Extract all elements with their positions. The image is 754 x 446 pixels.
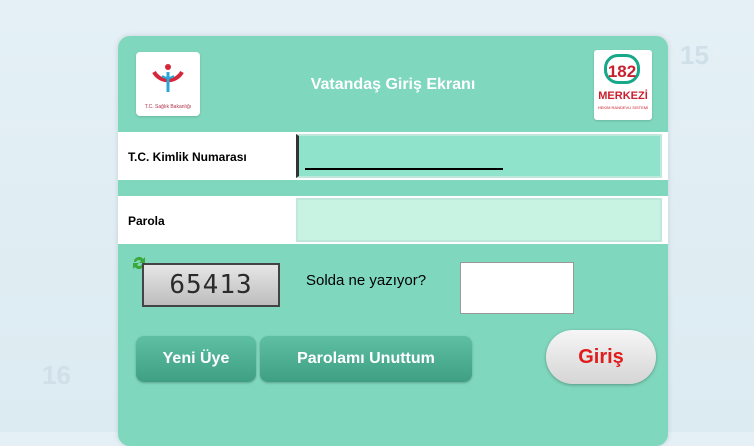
login-button[interactable]: Giriş bbox=[546, 330, 656, 384]
logo-subtext: HEKİM RANDEVU SİSTEMİ bbox=[597, 105, 649, 110]
new-member-button[interactable]: Yeni Üye bbox=[136, 336, 256, 382]
captcha-image: 65413 bbox=[142, 263, 280, 307]
logo-text: MERKEZİ bbox=[598, 90, 648, 102]
tc-input-underline bbox=[305, 168, 503, 170]
ministry-logo-caption: T.C. Sağlık Bakanlığı bbox=[144, 104, 192, 110]
panel-header: T.C. Sağlık Bakanlığı Vatandaş Giriş Ekr… bbox=[118, 36, 668, 132]
background-number-15: 15 bbox=[680, 40, 709, 70]
tc-input[interactable] bbox=[296, 134, 662, 178]
merkezi-182-logo-icon: 182 MERKEZİ HEKİM RANDEVU SİSTEMİ bbox=[594, 50, 652, 120]
captcha-input[interactable] bbox=[460, 262, 574, 314]
password-input[interactable] bbox=[296, 198, 662, 242]
background-number-16: 16 bbox=[42, 360, 71, 390]
tc-label: T.C. Kimlik Numarası bbox=[128, 150, 247, 164]
password-label: Parola bbox=[128, 214, 165, 228]
tc-row: T.C. Kimlik Numarası bbox=[118, 132, 668, 180]
forgot-password-button[interactable]: Parolamı Unuttum bbox=[260, 336, 472, 382]
logo-number: 182 bbox=[604, 54, 640, 84]
password-row: Parola bbox=[118, 196, 668, 244]
captcha-question: Solda ne yazıyor? bbox=[306, 272, 427, 289]
login-panel: T.C. Sağlık Bakanlığı Vatandaş Giriş Ekr… bbox=[118, 36, 668, 446]
page-title: Vatandaş Giriş Ekranı bbox=[310, 76, 476, 93]
